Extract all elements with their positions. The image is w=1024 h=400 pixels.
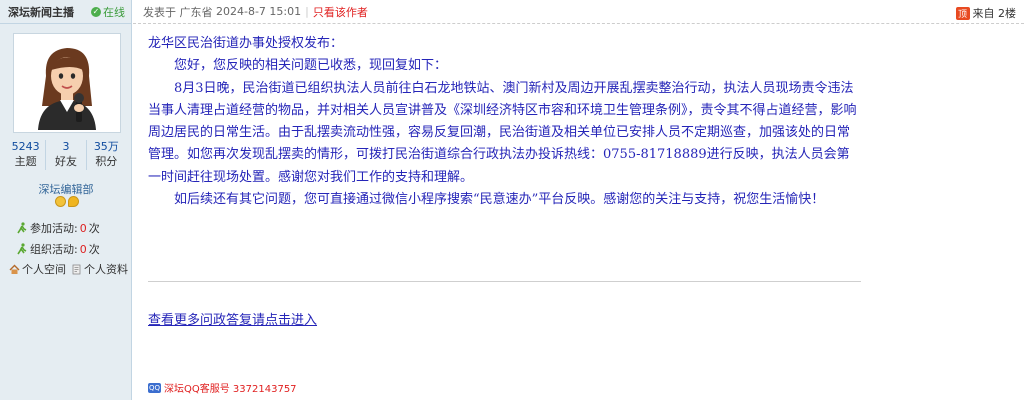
qq-icon: QQ <box>148 382 161 393</box>
avatar-image <box>16 36 118 130</box>
activity-joined: 参加活动: 0 次 <box>16 220 100 236</box>
only-author-link[interactable]: 只看该作者 <box>313 4 368 20</box>
running-person-icon <box>17 222 27 234</box>
profile-links: 个人空间 个人资料 <box>9 261 128 277</box>
avatar[interactable] <box>13 33 121 133</box>
post-closing: 如后续还有其它问题，您可直接通过微信小程序搜索“民意速办”平台反映。感谢您的关注… <box>174 192 825 208</box>
moon-icon <box>68 196 79 207</box>
activity-label: 参加活动: <box>30 222 78 235</box>
qq-service[interactable]: QQ 深坛QQ客服号 3372143757 <box>148 380 297 395</box>
running-person-icon <box>17 243 27 255</box>
smiley-icon <box>55 196 66 207</box>
stat-value: 3 <box>62 140 70 153</box>
post-location: 广东省 <box>179 5 213 19</box>
online-label: 在线 <box>103 5 125 19</box>
stat-points[interactable]: 35万 积分 <box>87 140 126 170</box>
author-stats: 5243 主题 3 好友 35万 积分 <box>6 140 126 170</box>
stat-topics[interactable]: 5243 主题 <box>6 140 47 170</box>
posted-prefix: 发表于 <box>143 5 176 19</box>
post-datetime: 2024-8-7 15:01 <box>216 5 302 18</box>
level-icons <box>55 196 79 207</box>
stat-value: 5243 <box>11 140 40 153</box>
activity-unit: 次 <box>88 243 100 256</box>
post-content: 龙华区民治街道办事处授权发布： 您好，您反映的相关问题已收悉，现回复如下： 8月… <box>148 33 860 211</box>
stat-label: 积分 <box>95 155 118 168</box>
content-divider <box>148 281 861 282</box>
floor-label: 来自 2楼 <box>972 7 1017 20</box>
qq-service-label: 深坛QQ客服号 3372143757 <box>164 384 297 395</box>
activity-unit: 次 <box>88 222 100 235</box>
stat-friends[interactable]: 3 好友 <box>46 140 87 170</box>
personal-space-label: 个人空间 <box>22 263 66 276</box>
top-badge-icon[interactable]: 顶 <box>955 6 970 20</box>
author-header: 深坛新闻主播 ✓ 在线 <box>0 0 131 24</box>
author-sidebar: 深坛新闻主播 ✓ 在线 5243 主题 3 好友 35万 积分 深坛编辑部 参加… <box>0 0 132 400</box>
home-icon <box>9 264 20 274</box>
personal-profile-link[interactable]: 个人资料 <box>71 261 128 277</box>
activity-count: 0 <box>79 221 87 235</box>
user-group[interactable]: 深坛编辑部 <box>0 181 132 197</box>
personal-profile-label: 个人资料 <box>84 263 128 276</box>
personal-space-link[interactable]: 个人空间 <box>9 261 66 277</box>
activity-label: 组织活动: <box>30 243 78 256</box>
document-icon <box>72 264 81 274</box>
stat-label: 主题 <box>14 155 37 168</box>
author-name[interactable]: 深坛新闻主播 <box>8 4 74 20</box>
post-title-line: 龙华区民治街道办事处授权发布： <box>148 36 344 51</box>
stat-label: 好友 <box>54 155 77 168</box>
activity-organized: 组织活动: 0 次 <box>16 241 100 257</box>
separator: | <box>305 5 309 18</box>
activity-count: 0 <box>79 242 87 256</box>
floor-indicator: 顶 来自 2楼 <box>955 5 1017 21</box>
post-meta-bar: 发表于 广东省 2024-8-7 15:01 | 只看该作者 顶 来自 2楼 <box>133 0 1024 24</box>
online-status: ✓ 在线 <box>91 4 125 20</box>
more-replies-link[interactable]: 查看更多问政答复请点击进入 <box>148 309 317 328</box>
post-body-paragraph: 8月3日晚，民治街道已组织执法人员前往白石龙地铁站、澳门新村及周边开展乱摆卖整治… <box>148 80 857 185</box>
stat-value: 35万 <box>93 140 119 153</box>
post-greeting: 您好，您反映的相关问题已收悉，现回复如下： <box>174 58 448 74</box>
online-icon: ✓ <box>91 6 101 17</box>
